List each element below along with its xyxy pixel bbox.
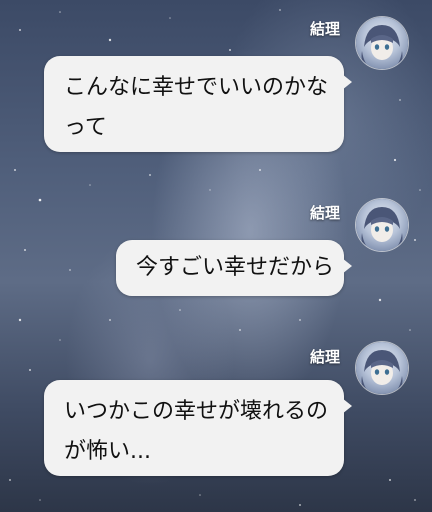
anime-girl-avatar-icon <box>361 25 403 69</box>
anime-girl-avatar-icon <box>361 350 403 394</box>
avatar[interactable] <box>356 17 408 69</box>
anime-girl-avatar-icon <box>361 207 403 251</box>
avatar[interactable] <box>356 199 408 251</box>
sender-name: 結理 <box>310 20 341 38</box>
sender-name: 結理 <box>310 348 341 366</box>
message-text-line: って <box>64 115 107 140</box>
message-bubble[interactable]: いつかこの幸せが壊れるの が怖い... <box>44 380 352 476</box>
message-bubble[interactable]: こんなに幸せでいいのかな って <box>44 56 352 152</box>
message-text-line: こんなに幸せでいいのかな <box>64 75 329 100</box>
sender-name: 結理 <box>310 204 341 222</box>
message-bubble[interactable]: 今すごい幸せだから <box>116 240 352 296</box>
message-text-line: 今すごい幸せだから <box>136 255 335 280</box>
message-text-line: いつかこの幸せが壊れるの <box>64 399 329 424</box>
avatar[interactable] <box>356 342 408 394</box>
message-text-line: が怖い... <box>64 439 151 464</box>
